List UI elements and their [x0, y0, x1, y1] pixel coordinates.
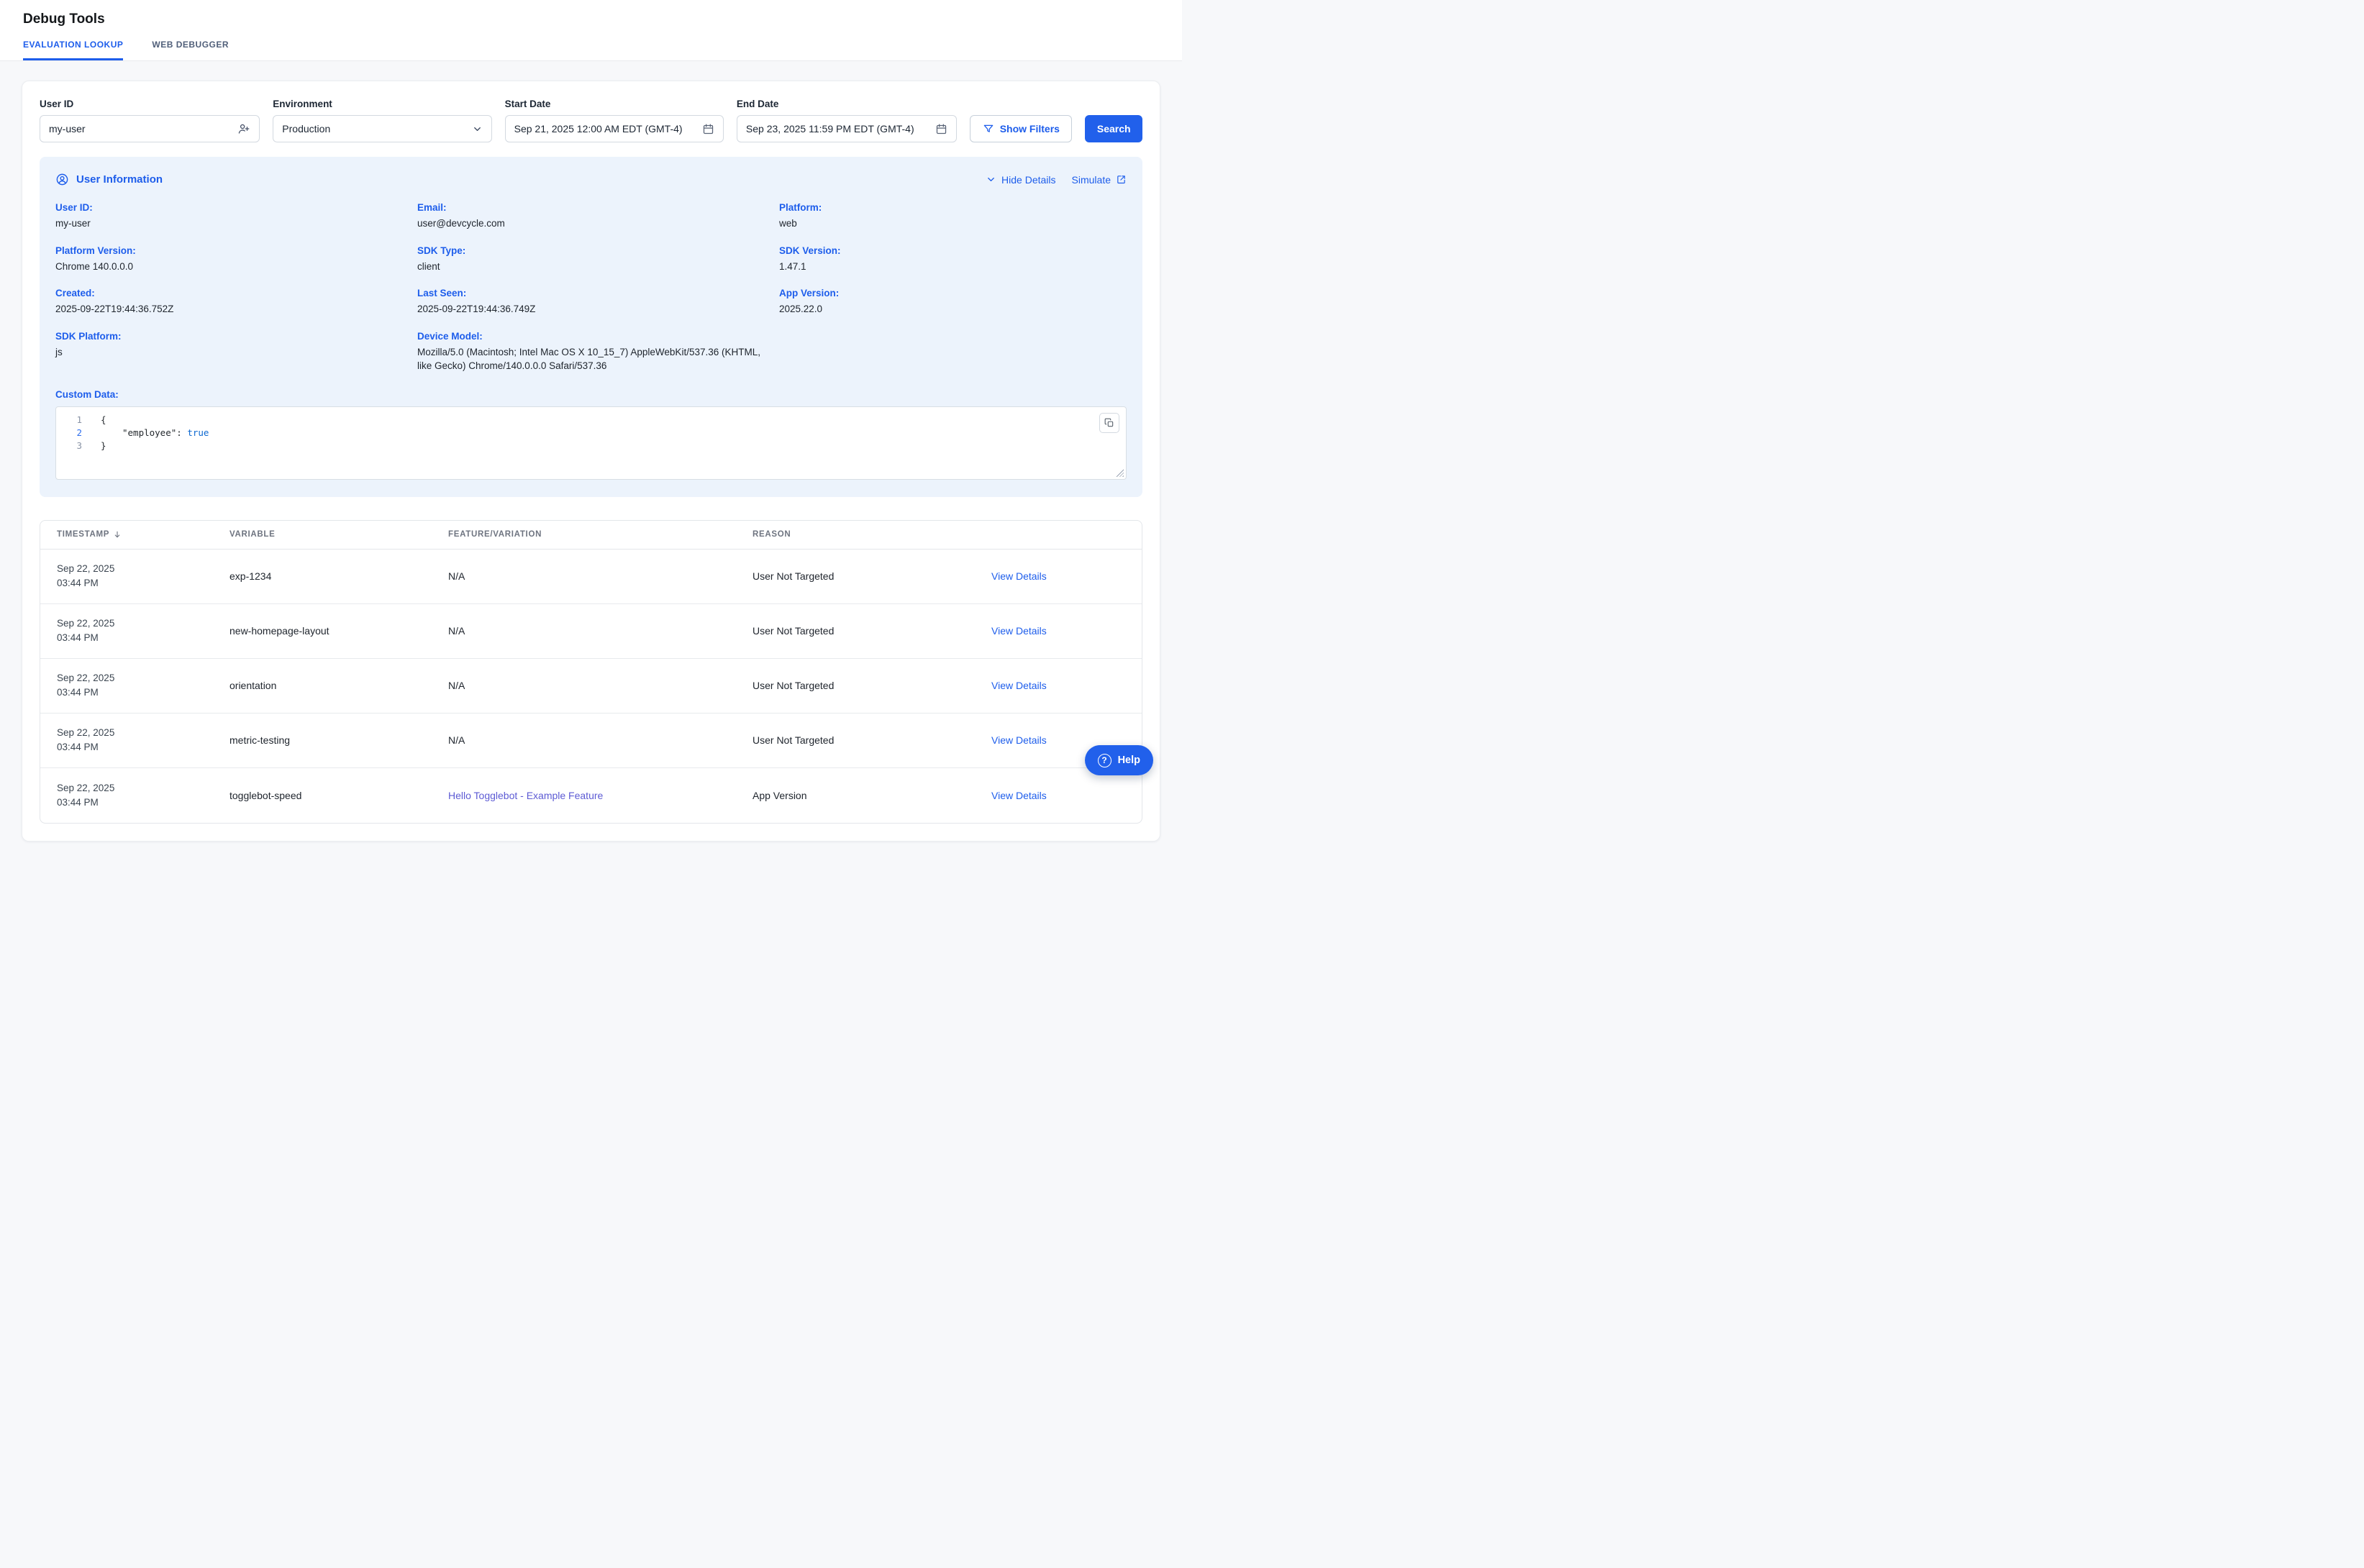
user-info-field: Platform:web — [779, 202, 1127, 231]
show-filters-label: Show Filters — [1000, 123, 1060, 135]
view-details-link[interactable]: View Details — [991, 734, 1142, 746]
chevron-down-icon — [472, 124, 483, 135]
question-circle-icon: ? — [1098, 754, 1111, 767]
variable-cell: exp-1234 — [229, 570, 448, 582]
feature-cell: N/A — [448, 625, 753, 637]
chevron-down-icon — [986, 174, 996, 185]
variable-cell: togglebot-speed — [229, 790, 448, 801]
panel-title: User Information — [76, 173, 163, 186]
reason-cell: User Not Targeted — [753, 734, 991, 746]
user-info-field: Platform Version:Chrome 140.0.0.0 — [55, 245, 403, 274]
show-filters-button[interactable]: Show Filters — [970, 115, 1072, 142]
user-circle-icon — [55, 173, 69, 186]
code-line: 3 } — [56, 439, 1126, 452]
filter-row: User ID Environment Production — [40, 99, 1142, 142]
view-details-link[interactable]: View Details — [991, 625, 1142, 637]
tab-web-debugger[interactable]: WEB DEBUGGER — [152, 40, 229, 60]
user-info-field: User ID:my-user — [55, 202, 403, 231]
custom-data-label: Custom Data: — [55, 389, 1127, 400]
end-date-value: Sep 23, 2025 11:59 PM EDT (GMT-4) — [746, 123, 935, 135]
end-date-field: End Date Sep 23, 2025 11:59 PM EDT (GMT-… — [737, 99, 957, 142]
main-content: User ID Environment Production — [0, 61, 1182, 861]
view-details-link[interactable]: View Details — [991, 570, 1142, 582]
sort-desc-icon — [113, 530, 122, 539]
resize-handle[interactable] — [1116, 469, 1124, 477]
calendar-icon[interactable] — [935, 123, 947, 135]
simulate-link[interactable]: Simulate — [1072, 174, 1127, 186]
add-user-icon — [237, 122, 250, 135]
start-date-input[interactable]: Sep 21, 2025 12:00 AM EDT (GMT-4) — [505, 115, 724, 142]
environment-label: Environment — [273, 99, 491, 109]
help-label: Help — [1118, 755, 1140, 766]
search-button[interactable]: Search — [1085, 115, 1142, 142]
environment-select[interactable]: Production — [273, 115, 491, 142]
feature-link[interactable]: Hello Togglebot - Example Feature — [448, 790, 753, 801]
timestamp-cell: Sep 22, 202503:44 PM — [57, 671, 229, 700]
user-id-label: User ID — [40, 99, 260, 109]
feature-cell: N/A — [448, 570, 753, 582]
timestamp-cell: Sep 22, 202503:44 PM — [57, 726, 229, 755]
evaluation-lookup-card: User ID Environment Production — [22, 81, 1160, 842]
user-information-panel: User Information Hide Details Simulate — [40, 157, 1142, 497]
environment-value: Production — [282, 123, 471, 135]
tab-bar: EVALUATION LOOKUP WEB DEBUGGER — [23, 40, 1159, 60]
variable-cell: metric-testing — [229, 734, 448, 746]
table-row: Sep 22, 202503:44 PM exp-1234 N/A User N… — [40, 550, 1142, 604]
tab-evaluation-lookup[interactable]: EVALUATION LOOKUP — [23, 40, 123, 60]
environment-field: Environment Production — [273, 99, 491, 142]
copy-icon[interactable] — [1099, 413, 1119, 433]
header-feature-variation: FEATURE/VARIATION — [448, 530, 753, 539]
user-info-field: App Version:2025.22.0 — [779, 288, 1127, 316]
top-header: Debug Tools EVALUATION LOOKUP WEB DEBUGG… — [0, 0, 1182, 61]
external-link-icon — [1116, 174, 1127, 185]
header-timestamp[interactable]: TIMESTAMP — [57, 530, 229, 539]
user-info-field: SDK Version:1.47.1 — [779, 245, 1127, 274]
view-details-link[interactable]: View Details — [991, 680, 1142, 691]
page-title: Debug Tools — [23, 12, 1159, 27]
user-info-field: Last Seen:2025-09-22T19:44:36.749Z — [417, 288, 765, 316]
end-date-label: End Date — [737, 99, 957, 109]
header-variable: VARIABLE — [229, 530, 448, 539]
start-date-label: Start Date — [505, 99, 724, 109]
start-date-field: Start Date Sep 21, 2025 12:00 AM EDT (GM… — [505, 99, 724, 142]
reason-cell: User Not Targeted — [753, 625, 991, 637]
table-row: Sep 22, 202503:44 PM orientation N/A Use… — [40, 659, 1142, 714]
code-line: 2 "employee": true — [56, 427, 1126, 439]
timestamp-cell: Sep 22, 202503:44 PM — [57, 781, 229, 810]
feature-cell: N/A — [448, 680, 753, 691]
filter-icon — [983, 123, 994, 135]
help-button[interactable]: ? Help — [1085, 745, 1153, 775]
feature-cell: N/A — [448, 734, 753, 746]
reason-cell: App Version — [753, 790, 991, 801]
variable-cell: new-homepage-layout — [229, 625, 448, 637]
view-details-link[interactable]: View Details — [991, 790, 1142, 801]
table-row: Sep 22, 202503:44 PM togglebot-speed Hel… — [40, 768, 1142, 823]
code-line: 1 { — [56, 414, 1126, 427]
user-info-field: Email:user@devcycle.com — [417, 202, 765, 231]
variable-cell: orientation — [229, 680, 448, 691]
reason-cell: User Not Targeted — [753, 680, 991, 691]
custom-data-editor[interactable]: 1 { 2 "employee": true 3 } — [55, 406, 1127, 480]
table-row: Sep 22, 202503:44 PM metric-testing N/A … — [40, 714, 1142, 768]
start-date-value: Sep 21, 2025 12:00 AM EDT (GMT-4) — [514, 123, 702, 135]
end-date-input[interactable]: Sep 23, 2025 11:59 PM EDT (GMT-4) — [737, 115, 957, 142]
hide-details-button[interactable]: Hide Details — [986, 174, 1055, 186]
header-reason: REASON — [753, 530, 991, 539]
timestamp-cell: Sep 22, 202503:44 PM — [57, 616, 229, 645]
user-info-field: SDK Type:client — [417, 245, 765, 274]
table-row: Sep 22, 202503:44 PM new-homepage-layout… — [40, 604, 1142, 659]
user-info-field: Created:2025-09-22T19:44:36.752Z — [55, 288, 403, 316]
reason-cell: User Not Targeted — [753, 570, 991, 582]
timestamp-cell: Sep 22, 202503:44 PM — [57, 562, 229, 591]
user-info-field: Device Model:Mozilla/5.0 (Macintosh; Int… — [417, 331, 765, 373]
calendar-icon[interactable] — [702, 123, 714, 135]
user-id-input[interactable] — [49, 123, 237, 135]
user-id-field: User ID — [40, 99, 260, 142]
user-info-field: SDK Platform:js — [55, 331, 403, 373]
evaluations-table: TIMESTAMP VARIABLE FEATURE/VARIATION REA… — [40, 520, 1142, 824]
table-header-row: TIMESTAMP VARIABLE FEATURE/VARIATION REA… — [40, 521, 1142, 550]
user-fields-grid: User ID:my-user Email:user@devcycle.com … — [55, 202, 1127, 388]
